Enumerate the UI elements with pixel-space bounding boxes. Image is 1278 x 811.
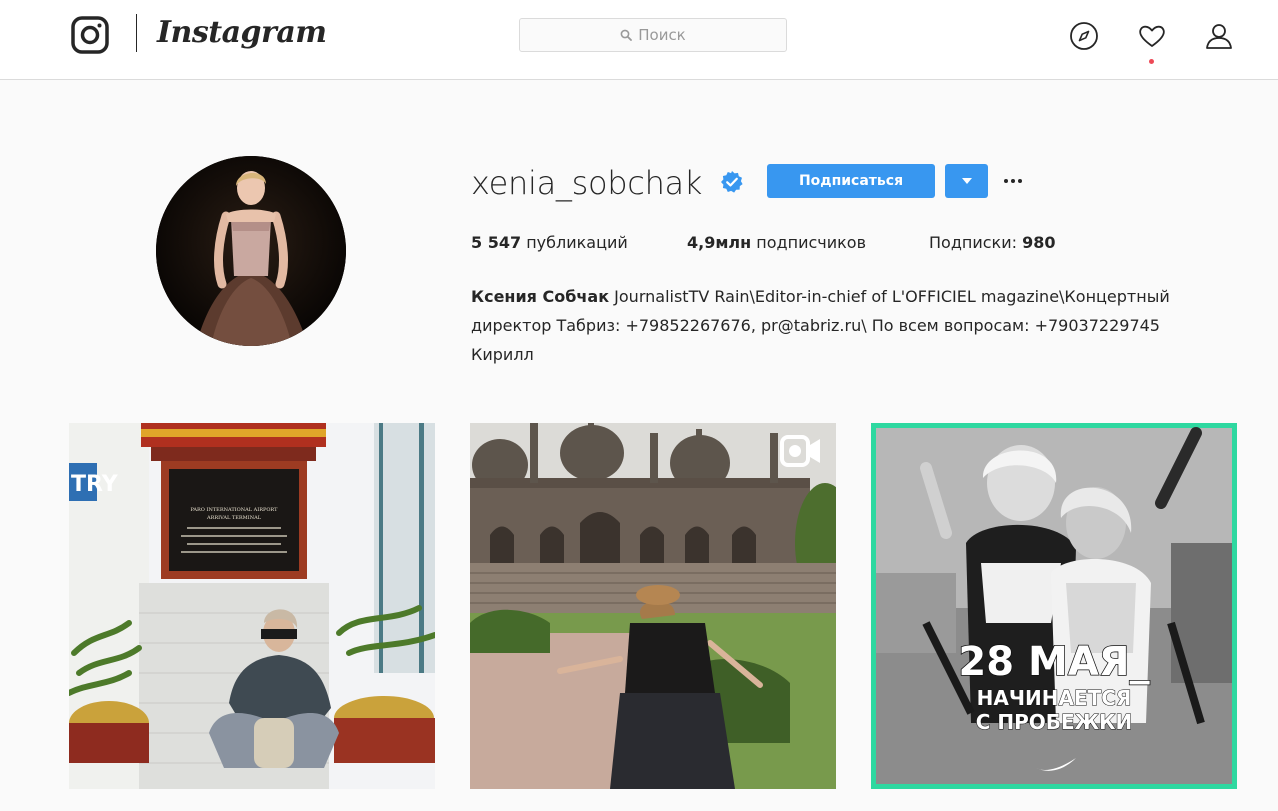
verified-badge-icon [721,171,743,193]
ellipsis-dot [1004,179,1008,183]
stat-posts: 5 547 публикаций [471,231,628,255]
avatar-photo [156,156,346,346]
profile-avatar[interactable] [156,156,346,346]
instagram-wordmark[interactable]: Instagram [157,13,327,53]
post-image-mosque [470,423,836,789]
post-image-airport: TRY PARO INTERNATIONAL AIRPORT ARRIVAL T… [69,423,435,789]
compass-icon[interactable] [1068,20,1100,52]
top-navigation: Instagram Поиск [0,0,1278,80]
instagram-glyph-icon[interactable] [70,15,110,55]
search-placeholder: Поиск [638,26,686,44]
profile-bio: Ксения Собчак JournalistTV Rain\Editor-i… [471,282,1261,369]
bio-text-line2: директор Табриз: +79852267676, pr@tabriz… [471,316,1160,335]
overlay-line-1: 28 МАЯ_ [958,639,1149,685]
bio-full-name: Ксения Собчак [471,287,610,306]
search-input[interactable]: Поиск [519,18,787,52]
bio-text-line1: JournalistTV Rain\Editor-in-chief of L'O… [614,287,1170,306]
heart-icon[interactable] [1136,20,1168,52]
posts-count: 5 547 [471,233,522,252]
plaque-line-2: ARRIVAL TERMINAL [206,515,262,521]
followers-label: подписчиков [756,233,866,252]
ellipsis-dot [1018,179,1022,183]
logo-divider [136,14,137,52]
plaque-line-1: PARO INTERNATIONAL AIRPORT [191,507,279,513]
stat-following[interactable]: Подписки: 980 [929,231,1056,255]
posts-label: публикаций [526,233,628,252]
follow-button[interactable]: Подписаться [767,164,935,198]
user-icon[interactable] [1203,20,1235,52]
post-thumbnail[interactable]: TRY PARO INTERNATIONAL AIRPORT ARRIVAL T… [69,423,435,789]
followers-count: 4,9млн [687,233,752,252]
post-thumbnail[interactable] [470,423,836,789]
caret-down-icon [961,178,972,184]
following-label: Подписки: [929,233,1017,252]
bio-text-line3: Кирилл [471,345,534,364]
overlay-line-2: НАЧИНАЕТСЯ [977,686,1132,710]
post-thumbnail[interactable]: 28 МАЯ_ НАЧИНАЕТСЯ С ПРОБЕЖКИ [871,423,1237,789]
stat-followers[interactable]: 4,9млн подписчиков [687,231,866,255]
notification-dot [1149,59,1154,64]
search-icon [620,29,633,41]
post-image-running: 28 МАЯ_ НАЧИНАЕТСЯ С ПРОБЕЖКИ [871,423,1237,789]
overlay-line-3: С ПРОБЕЖКИ [976,710,1133,734]
suggestions-dropdown-button[interactable] [945,164,988,198]
following-count: 980 [1022,233,1056,252]
profile-username: xenia_sobchak [471,164,703,202]
ellipsis-dot [1011,179,1015,183]
sign-fragment-text: TRY [71,472,119,497]
more-options-button[interactable] [1000,166,1026,196]
